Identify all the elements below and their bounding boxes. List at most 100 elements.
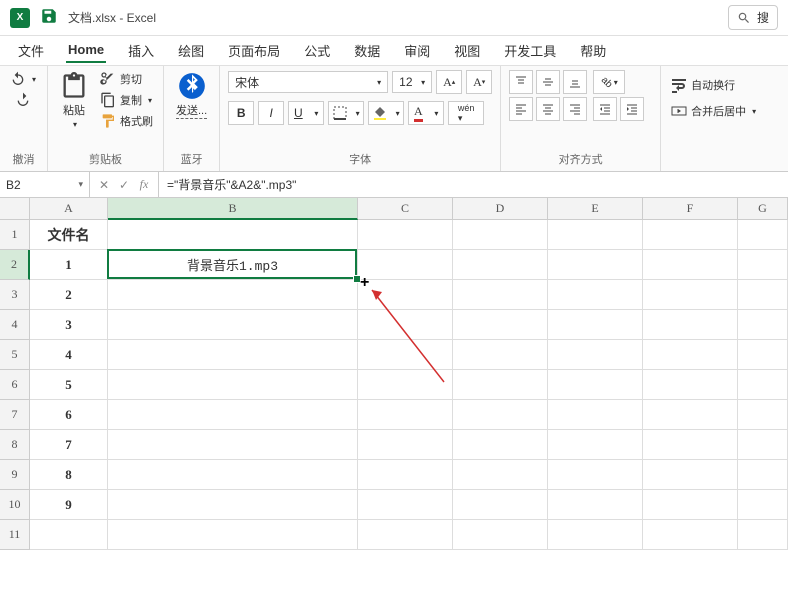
border-button[interactable]: ▾: [328, 101, 364, 125]
redo-button[interactable]: [13, 91, 33, 109]
align-right-button[interactable]: [563, 97, 587, 121]
cell[interactable]: [453, 490, 548, 520]
cell[interactable]: [738, 310, 788, 340]
cell[interactable]: [453, 220, 548, 250]
cell[interactable]: [548, 280, 643, 310]
cell[interactable]: [108, 490, 358, 520]
fx-icon[interactable]: fx: [136, 177, 152, 192]
column-header[interactable]: C: [358, 198, 453, 220]
cell[interactable]: [30, 520, 108, 550]
cell[interactable]: [358, 340, 453, 370]
cell[interactable]: [548, 460, 643, 490]
cell[interactable]: [738, 430, 788, 460]
cell[interactable]: [643, 340, 738, 370]
decrease-font-button[interactable]: A▾: [466, 70, 492, 94]
cell[interactable]: [643, 400, 738, 430]
confirm-edit-button[interactable]: ✓: [116, 178, 132, 192]
tab-页面布局[interactable]: 页面布局: [226, 37, 282, 64]
row-header[interactable]: 1: [0, 220, 30, 250]
cell[interactable]: [108, 310, 358, 340]
cell[interactable]: [738, 280, 788, 310]
column-header[interactable]: A: [30, 198, 108, 220]
cell[interactable]: [643, 310, 738, 340]
align-left-button[interactable]: [509, 97, 533, 121]
cell[interactable]: 3: [30, 310, 108, 340]
cell[interactable]: [358, 220, 453, 250]
cell[interactable]: [643, 520, 738, 550]
name-box[interactable]: B2 ▾: [0, 172, 90, 197]
cell[interactable]: [358, 250, 453, 280]
cell[interactable]: [453, 310, 548, 340]
cell[interactable]: [108, 520, 358, 550]
row-header[interactable]: 7: [0, 400, 30, 430]
tab-公式[interactable]: 公式: [302, 37, 332, 64]
column-header[interactable]: E: [548, 198, 643, 220]
tab-home[interactable]: Home: [66, 38, 106, 63]
cell[interactable]: [738, 250, 788, 280]
cell[interactable]: [108, 220, 358, 250]
cell[interactable]: [738, 520, 788, 550]
cell[interactable]: [738, 220, 788, 250]
cell[interactable]: 背景音乐1.mp3: [108, 250, 358, 280]
cell[interactable]: [453, 460, 548, 490]
cell[interactable]: [453, 250, 548, 280]
cell[interactable]: [108, 430, 358, 460]
cell[interactable]: [453, 520, 548, 550]
row-header[interactable]: 11: [0, 520, 30, 550]
cell[interactable]: 5: [30, 370, 108, 400]
column-header[interactable]: G: [738, 198, 788, 220]
cell[interactable]: [643, 220, 738, 250]
cell[interactable]: [453, 340, 548, 370]
cell[interactable]: [548, 490, 643, 520]
column-header[interactable]: F: [643, 198, 738, 220]
row-header[interactable]: 4: [0, 310, 30, 340]
align-center-button[interactable]: [536, 97, 560, 121]
italic-button[interactable]: I: [258, 101, 284, 125]
row-header[interactable]: 9: [0, 460, 30, 490]
cell[interactable]: 9: [30, 490, 108, 520]
cell[interactable]: [108, 460, 358, 490]
cell[interactable]: [358, 520, 453, 550]
row-header[interactable]: 8: [0, 430, 30, 460]
cell[interactable]: 7: [30, 430, 108, 460]
cell[interactable]: 4: [30, 340, 108, 370]
cell[interactable]: [358, 400, 453, 430]
align-middle-button[interactable]: [536, 70, 560, 94]
font-color-button[interactable]: A▾: [408, 101, 444, 125]
tab-数据[interactable]: 数据: [352, 37, 382, 64]
tab-开发工具[interactable]: 开发工具: [502, 37, 558, 64]
tab-文件[interactable]: 文件: [16, 37, 46, 64]
select-all-corner[interactable]: [0, 198, 30, 220]
column-header[interactable]: B: [108, 198, 358, 220]
row-header[interactable]: 3: [0, 280, 30, 310]
cell[interactable]: [738, 400, 788, 430]
cell[interactable]: [643, 280, 738, 310]
cell[interactable]: [643, 460, 738, 490]
cell[interactable]: [643, 430, 738, 460]
cell[interactable]: [738, 370, 788, 400]
cell[interactable]: [548, 310, 643, 340]
cell[interactable]: [108, 280, 358, 310]
cell[interactable]: [453, 430, 548, 460]
cell[interactable]: [548, 520, 643, 550]
cell[interactable]: [643, 250, 738, 280]
row-header[interactable]: 2: [0, 250, 30, 280]
cell[interactable]: [358, 430, 453, 460]
cell[interactable]: [643, 370, 738, 400]
cell[interactable]: [453, 400, 548, 430]
cell[interactable]: [548, 370, 643, 400]
cell[interactable]: [108, 340, 358, 370]
cell[interactable]: [548, 430, 643, 460]
search-box[interactable]: 搜: [728, 5, 778, 30]
undo-button[interactable]: ▾: [8, 70, 38, 88]
tab-绘图[interactable]: 绘图: [176, 37, 206, 64]
cell[interactable]: [108, 400, 358, 430]
cell[interactable]: [358, 370, 453, 400]
cell[interactable]: [738, 490, 788, 520]
cell[interactable]: 1: [30, 250, 108, 280]
cancel-edit-button[interactable]: ✕: [96, 178, 112, 192]
merge-center-button[interactable]: 合并后居中▾: [669, 102, 758, 120]
tab-帮助[interactable]: 帮助: [578, 37, 608, 64]
bluetooth-send-button[interactable]: 发送...: [172, 70, 211, 121]
fill-color-button[interactable]: ▾: [368, 101, 404, 125]
